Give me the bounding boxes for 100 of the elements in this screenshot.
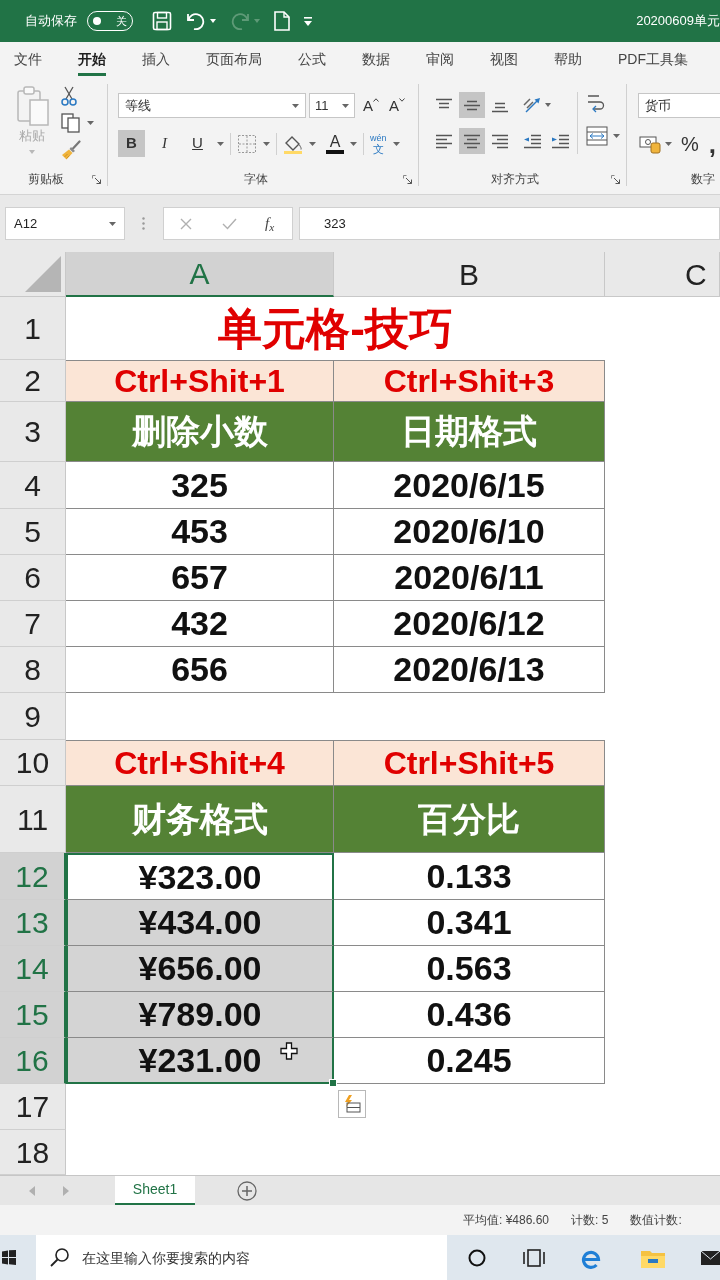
row-header[interactable]: 13	[0, 900, 66, 946]
row-header[interactable]: 15	[0, 992, 66, 1038]
launcher-icon[interactable]	[403, 174, 412, 184]
align-center-button[interactable]	[459, 128, 485, 154]
data-cell: 0.133	[334, 853, 605, 900]
caret-icon[interactable]	[309, 141, 316, 146]
borders-icon[interactable]	[237, 133, 257, 154]
orientation-button[interactable]	[523, 96, 551, 114]
save-button[interactable]	[152, 11, 172, 31]
align-left-icon	[435, 133, 453, 149]
data-cell: ¥656.00	[66, 946, 334, 992]
italic-button[interactable]: I	[151, 130, 178, 157]
ribbon-tab[interactable]: 数据	[362, 46, 390, 76]
envelope-icon[interactable]	[700, 1249, 720, 1266]
bold-button[interactable]: B	[118, 130, 145, 157]
customize-button[interactable]	[304, 16, 312, 26]
group-label: 剪贴板	[27, 171, 65, 188]
row-header[interactable]: 4	[0, 462, 66, 509]
number-format-field[interactable]: 货币	[638, 93, 720, 118]
quick-analysis-button[interactable]	[338, 1090, 366, 1118]
paintbrush-icon[interactable]	[61, 140, 81, 160]
ribbon-tab[interactable]: 视图	[490, 46, 518, 76]
task-view-icon[interactable]	[523, 1247, 545, 1268]
caret-down-icon	[399, 98, 406, 102]
caret-icon[interactable]	[87, 121, 94, 125]
search-field[interactable]: 在这里输入你要搜索的内容	[36, 1235, 447, 1280]
ribbon-tab[interactable]: 公式	[298, 46, 326, 76]
ribbon-tab[interactable]: PDF工具集	[618, 46, 688, 76]
font-color-button[interactable]: A	[326, 133, 344, 154]
row-header[interactable]: 11	[0, 786, 66, 853]
row-header[interactable]: 12	[0, 853, 66, 900]
ribbon-tab[interactable]: 帮助	[554, 46, 582, 76]
shortcut-cell: Ctrl+Shit+1	[66, 360, 334, 402]
row-header[interactable]: 1	[0, 297, 66, 360]
sheet-tab[interactable]: Sheet1	[115, 1176, 195, 1205]
caret-icon[interactable]	[263, 141, 270, 146]
dots-icon[interactable]	[142, 217, 145, 230]
undo-button[interactable]	[186, 12, 216, 30]
indent-increase-icon[interactable]	[551, 133, 569, 149]
row-header[interactable]: 7	[0, 601, 66, 647]
header-cell: 百分比	[334, 786, 605, 853]
insert-function-button[interactable]: f$_{x}$	[265, 212, 275, 235]
column-header[interactable]: B	[334, 252, 605, 297]
caret-icon[interactable]	[292, 103, 299, 108]
launcher-icon[interactable]	[92, 174, 101, 184]
windows-logo-icon[interactable]	[2, 1250, 16, 1265]
caret-icon[interactable]	[342, 103, 349, 108]
formula-input[interactable]: 323	[299, 207, 720, 240]
ribbon-tab[interactable]: 审阅	[426, 46, 454, 76]
ribbon-tab[interactable]: 插入	[142, 46, 170, 76]
check-icon[interactable]	[222, 217, 237, 230]
document-title: 20200609单元	[636, 12, 720, 31]
data-cell: 0.341	[334, 900, 605, 946]
shrink-font-button[interactable]: A	[389, 98, 406, 113]
column-header[interactable]: A	[66, 252, 334, 297]
caret-icon[interactable]	[665, 141, 672, 146]
ribbon-tab[interactable]: 页面布局	[206, 46, 262, 76]
row-header[interactable]: 14	[0, 946, 66, 992]
row-header[interactable]: 9	[0, 693, 66, 740]
copy-icon[interactable]	[61, 113, 81, 133]
merge-cells-icon[interactable]	[586, 126, 608, 146]
name-box[interactable]: A12	[5, 207, 125, 240]
row-header[interactable]: 8	[0, 647, 66, 693]
add-sheet-icon[interactable]	[237, 1180, 257, 1201]
align-middle-button[interactable]	[459, 92, 485, 118]
data-cell: 325	[66, 462, 334, 509]
percent-button[interactable]: %	[681, 133, 699, 154]
search-icon	[50, 1247, 70, 1267]
scissors-icon[interactable]	[61, 86, 77, 106]
grow-font-button[interactable]: A	[363, 98, 379, 113]
row-header[interactable]: 16	[0, 1038, 66, 1084]
new-document-button[interactable]	[274, 11, 290, 31]
undo-icon	[186, 12, 206, 30]
launcher-icon[interactable]	[611, 174, 620, 184]
row-header[interactable]: 10	[0, 740, 66, 786]
font-size-field[interactable]: 11	[309, 93, 355, 118]
data-cell: 2020/6/11	[334, 555, 605, 601]
font-name-field[interactable]: 等线	[118, 93, 306, 118]
caret-icon[interactable]	[613, 134, 620, 138]
underline-button[interactable]: U	[184, 130, 211, 157]
row-header[interactable]: 3	[0, 402, 66, 462]
phonetic-button[interactable]: wén 文	[370, 132, 387, 155]
caret-icon[interactable]	[350, 141, 357, 146]
row-header[interactable]: 18	[0, 1130, 66, 1175]
banknote-icon[interactable]	[639, 133, 661, 154]
save-icon	[152, 11, 172, 31]
ring-icon[interactable]	[468, 1248, 486, 1267]
caret-icon[interactable]	[109, 221, 116, 226]
comma-button[interactable]: ,	[708, 130, 717, 157]
row-header[interactable]: 5	[0, 509, 66, 555]
redo-icon	[230, 12, 250, 30]
row-header[interactable]: 17	[0, 1084, 66, 1130]
caret-icon[interactable]	[217, 141, 224, 146]
caret-icon[interactable]	[392, 141, 400, 146]
fill-handle[interactable]	[329, 1079, 337, 1087]
column-header[interactable]: C	[605, 252, 720, 297]
ribbon-tab[interactable]: 文件	[14, 46, 42, 76]
indent-decrease-icon[interactable]	[523, 133, 541, 149]
row-header[interactable]: 6	[0, 555, 66, 601]
row-header[interactable]: 2	[0, 360, 66, 402]
